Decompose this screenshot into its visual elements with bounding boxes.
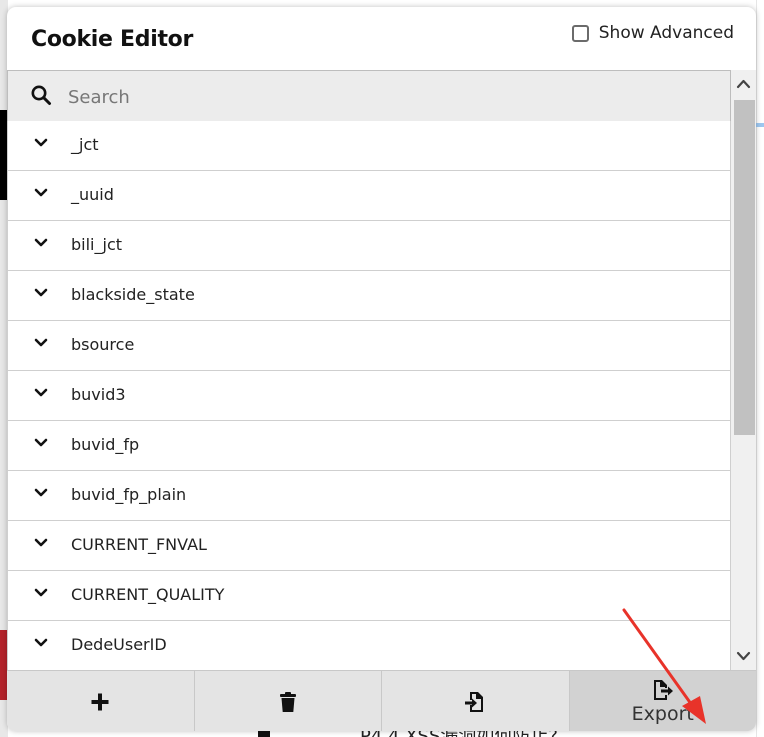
chevron-down-icon [34,588,48,597]
background-right-accent [756,123,764,127]
background-bottom-block [258,731,270,737]
cookie-row[interactable]: DedeUserID [7,621,731,670]
chevron-down-icon [34,438,48,447]
chevron-down-icon [34,138,48,147]
chevron-down-icon [34,638,48,647]
cookie-row[interactable]: blackside_state [7,271,731,321]
trash-icon [279,691,296,712]
cookie-name: CURRENT_QUALITY [71,585,225,604]
cookie-name: buvid3 [71,385,126,404]
cookie-row[interactable]: CURRENT_FNVAL [7,521,731,571]
cookie-name: blackside_state [71,285,195,304]
show-advanced-label: Show Advanced [598,23,734,43]
show-advanced-checkbox[interactable] [571,24,589,42]
cookie-name: CURRENT_FNVAL [71,535,207,554]
cookie-row[interactable]: _jct [7,121,731,171]
cookie-editor-popup: Cookie Editor Show Advanced _jct _uuidbil… [7,7,756,731]
scroll-up-icon[interactable] [736,78,751,90]
search-bar [7,70,731,123]
background-dark-block [0,110,7,200]
cookie-row[interactable]: bili_jct [7,221,731,271]
chevron-down-icon [34,538,48,547]
cookie-row[interactable]: buvid_fp_plain [7,471,731,521]
import-button[interactable] [382,671,570,731]
cookie-name: bili_jct [71,235,123,254]
cookie-name: _uuid [71,185,114,204]
chevron-down-icon [34,388,48,397]
cookie-row[interactable]: buvid_fp [7,421,731,471]
scrollbar-thumb[interactable] [734,100,755,435]
background-right-strip [756,0,764,737]
search-icon [31,85,51,105]
cookie-name: bsource [71,335,135,354]
scroll-down-icon[interactable] [736,650,751,662]
chevron-down-icon [34,338,48,347]
chevron-down-icon [34,288,48,297]
action-toolbar: Export [7,670,756,731]
search-input[interactable] [66,81,670,113]
add-cookie-button[interactable] [7,671,195,731]
chevron-down-icon [34,188,48,197]
cookie-name: _jct [71,135,99,154]
cookie-name: DedeUserID [71,635,167,654]
show-advanced-toggle[interactable]: Show Advanced [571,23,734,43]
cookie-row[interactable]: bsource [7,321,731,371]
delete-all-button[interactable] [194,671,382,731]
file-import-icon [465,691,484,712]
popup-header: Cookie Editor Show Advanced [7,7,756,70]
cookie-name: buvid_fp [71,435,140,454]
chevron-down-icon [34,238,48,247]
cookie-row[interactable]: CURRENT_QUALITY [7,571,731,621]
cookie-row[interactable]: buvid3 [7,371,731,421]
export-button[interactable]: Export [569,671,756,731]
export-label: Export [631,702,694,725]
cookie-row[interactable]: _uuid [7,171,731,221]
file-export-icon [653,679,673,700]
scrollbar[interactable] [731,70,756,670]
popup-title: Cookie Editor [31,27,194,52]
cookie-list-area: _jct _uuid bili_jct blackside_statebsource b… [7,70,731,670]
cookie-list: _jct _uuid bili_jct blackside_statebsource b… [7,121,731,670]
plus-icon [91,693,109,710]
cookie-name: buvid_fp_plain [71,485,187,504]
chevron-down-icon [34,488,48,497]
